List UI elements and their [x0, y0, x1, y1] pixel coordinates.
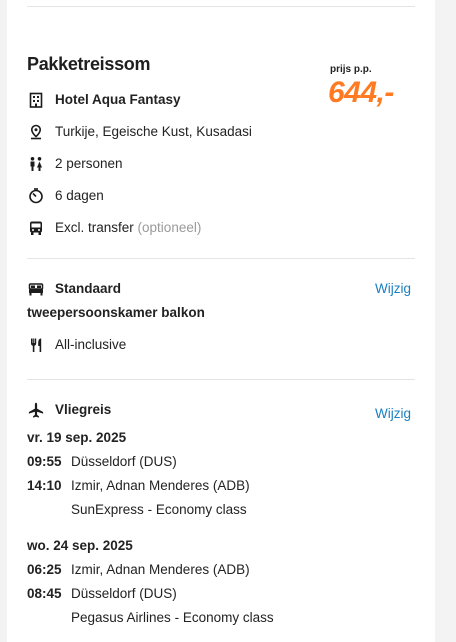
booking-summary-card: Pakketreissom prijs p.p. 644,- Hotel Aqu… — [7, 0, 435, 642]
outbound-date: vr. 19 sep. 2025 — [27, 430, 127, 445]
return-date: wo. 24 sep. 2025 — [27, 538, 133, 553]
transfer-label: Excl. transfer — [55, 220, 134, 235]
airplane-icon — [27, 401, 45, 419]
flight-title: Vliegreis — [55, 402, 112, 417]
package-title: Pakketreissom — [27, 54, 151, 74]
persons-icon — [27, 155, 45, 173]
outbound-carrier-line: SunExpress - Economy class — [71, 502, 247, 517]
outbound-arr-airport: Izmir, Adnan Menderes (ADB) — [71, 478, 250, 493]
outbound-carrier: SunExpress — [71, 502, 144, 517]
outbound-cabin: Economy class — [155, 502, 247, 517]
cutlery-icon — [27, 336, 45, 354]
price-label: prijs p.p. — [330, 64, 372, 75]
duration-text: 6 dagen — [55, 188, 104, 203]
return-separator: - — [174, 610, 180, 625]
return-dep-airport: Izmir, Adnan Menderes (ADB) — [71, 562, 250, 577]
location-text: Turkije, Egeische Kust, Kusadasi — [55, 124, 252, 139]
transfer-note: (optioneel) — [137, 220, 202, 235]
persons-text: 2 personen — [55, 156, 123, 171]
flight-edit-link[interactable]: Wijzig — [375, 406, 411, 421]
hotel-name: Hotel Aqua Fantasy — [55, 92, 181, 107]
outbound-separator: - — [147, 502, 153, 517]
outbound-arr-time: 14:10 — [27, 478, 62, 493]
top-divider — [27, 6, 415, 7]
building-icon — [27, 91, 45, 109]
return-arr-time: 08:45 — [27, 586, 62, 601]
return-arr-airport: Düsseldorf (DUS) — [71, 586, 177, 601]
bed-icon — [27, 280, 45, 298]
board-text: All-inclusive — [55, 337, 127, 352]
package-divider — [27, 258, 415, 259]
room-type: Standaard — [55, 281, 122, 296]
price-value: 644,- — [328, 76, 394, 109]
timer-icon — [27, 187, 45, 205]
bus-icon — [27, 219, 45, 237]
outbound-dep-airport: Düsseldorf (DUS) — [71, 454, 177, 469]
return-carrier-line: Pegasus Airlines - Economy class — [71, 610, 274, 625]
return-dep-time: 06:25 — [27, 562, 62, 577]
outbound-dep-time: 09:55 — [27, 454, 62, 469]
return-carrier: Pegasus Airlines — [71, 610, 171, 625]
room-divider — [27, 379, 415, 380]
transfer-text: Excl. transfer (optioneel) — [55, 220, 201, 235]
return-cabin: Economy class — [182, 610, 274, 625]
room-name: tweepersoonskamer balkon — [27, 305, 205, 320]
room-edit-link[interactable]: Wijzig — [375, 281, 411, 296]
location-pin-icon — [27, 123, 45, 141]
